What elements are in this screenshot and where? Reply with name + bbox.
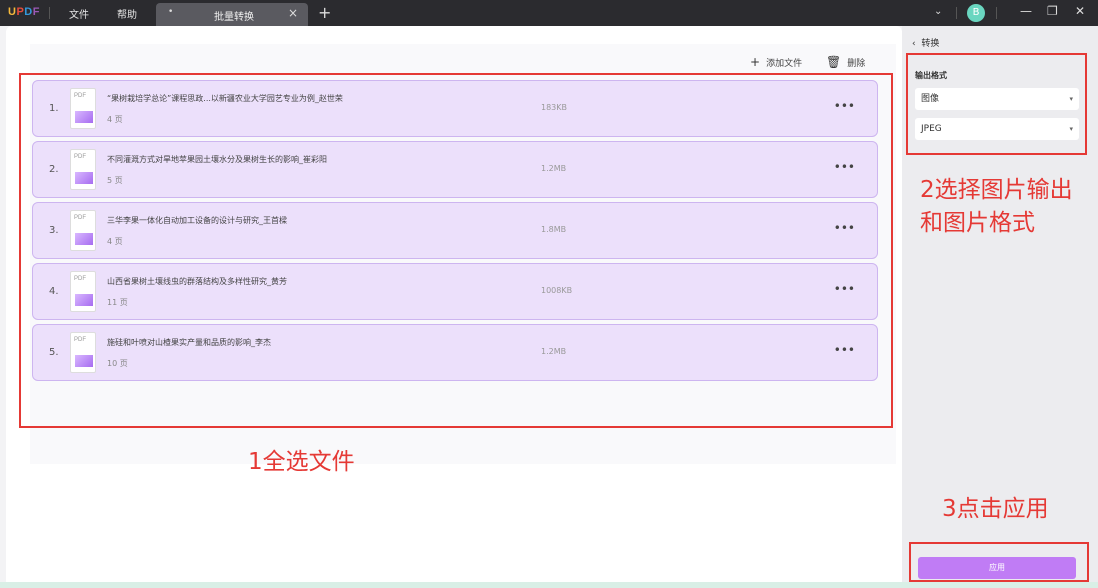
tab-label: 批量转换 (214, 12, 254, 23)
divider (996, 7, 997, 19)
plus-icon: + (750, 55, 761, 69)
menu-help[interactable]: 帮助 (117, 6, 137, 21)
divider (49, 7, 50, 19)
annotation-box-files (19, 73, 893, 428)
annotation-box-format (906, 53, 1087, 155)
panel-title: 转换 (921, 39, 940, 49)
title-bar: UPDF 文件 帮助 • 批量转换 × + ⌄ B — ❐ ✕ (0, 0, 1098, 26)
bottom-strip (0, 582, 1098, 588)
annotation-step3: 3点击应用 (942, 496, 1049, 522)
add-file-label: 添加文件 (766, 58, 803, 69)
annotation-step2-line1: 2选择图片输出 (920, 177, 1073, 203)
add-file-button[interactable]: + 添加文件 (750, 55, 802, 69)
close-icon[interactable]: × (288, 6, 298, 20)
plus-icon[interactable]: + (318, 3, 331, 22)
avatar[interactable]: B (967, 4, 985, 22)
back-button[interactable]: ‹ 转换 (912, 36, 939, 49)
tab-dot-icon: • (168, 7, 174, 17)
restore-icon[interactable]: ❐ (1047, 4, 1058, 18)
delete-label: 删除 (847, 58, 866, 69)
close-window-icon[interactable]: ✕ (1075, 4, 1085, 18)
divider (956, 7, 957, 19)
annotation-box-apply (909, 542, 1089, 582)
annotation-step2-line2: 和图片格式 (920, 210, 1035, 236)
annotation-step1: 1全选文件 (248, 449, 355, 475)
tab-batch-convert[interactable]: • 批量转换 × (156, 3, 308, 26)
minimize-icon[interactable]: — (1020, 4, 1032, 18)
trash-icon: 🗑 (826, 55, 842, 69)
delete-button[interactable]: 🗑 删除 (826, 55, 865, 69)
updf-logo: UPDF (8, 6, 40, 18)
menu-file[interactable]: 文件 (69, 6, 89, 21)
chevron-down-icon[interactable]: ⌄ (934, 6, 942, 17)
chevron-left-icon: ‹ (912, 39, 916, 49)
